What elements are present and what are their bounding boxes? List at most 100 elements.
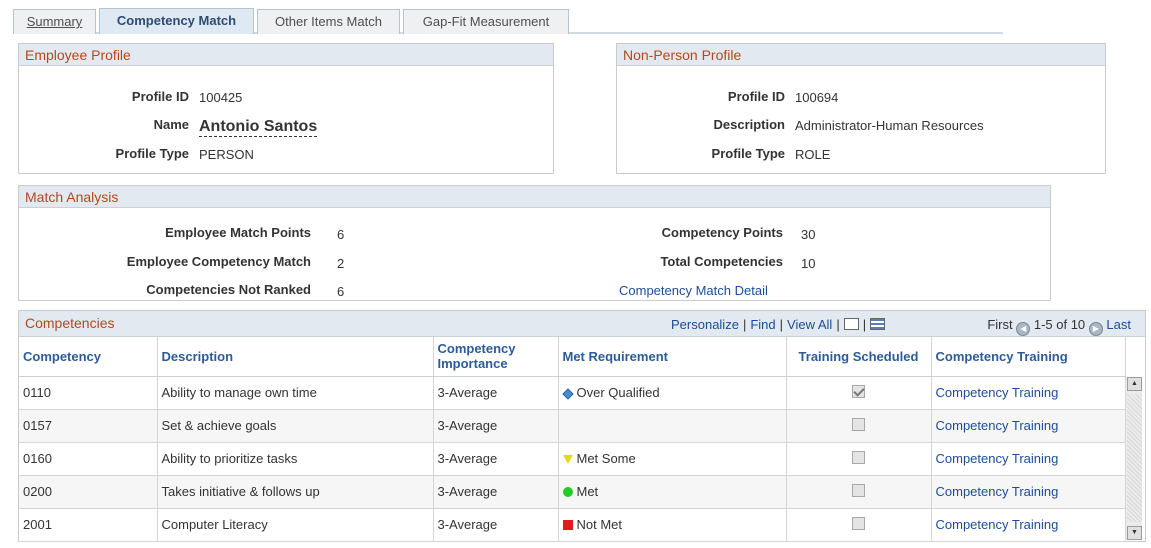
cell-description: Computer Literacy [157, 508, 434, 542]
col-training-scheduled[interactable]: Training Scheduled [786, 337, 932, 377]
cell-met-requirement [558, 409, 787, 443]
tab-other-items-match[interactable]: Other Items Match [257, 9, 400, 34]
grid-toolbar: Personalize | Find | View All | | [671, 317, 886, 332]
cell-importance: 3-Average [433, 409, 559, 443]
scroll-up-icon[interactable]: ▲ [1127, 377, 1142, 391]
previous-icon[interactable]: ◀ [1016, 322, 1031, 336]
grid-pagination: First ◀ 1-5 of 10 ▶ Last [987, 317, 1131, 336]
cell-competency: 0200 [19, 475, 158, 509]
find-link[interactable]: Find [750, 317, 775, 332]
table-header-row: Competency Description Competency Import… [19, 337, 1126, 377]
training-scheduled-checkbox[interactable] [852, 450, 865, 464]
cell-met-requirement: Not Met [558, 508, 787, 542]
table-row: 0200 Takes initiative & follows up 3-Ave… [19, 475, 1126, 509]
view-all-link[interactable]: View All [787, 317, 832, 332]
cell-training-scheduled [786, 409, 932, 443]
profile-type-label: Profile Type [115, 146, 189, 161]
profile-id-label: Profile ID [131, 89, 189, 104]
employee-competency-match-label: Employee Competency Match [126, 254, 311, 269]
cell-competency-training: Competency Training [931, 376, 1126, 410]
description-value: Administrator-Human Resources [795, 118, 984, 133]
table-row: 0157 Set & achieve goals 3-Average Compe… [19, 409, 1126, 443]
competency-training-link[interactable]: Competency Training [936, 385, 1059, 400]
diamond-icon [561, 388, 574, 400]
tab-competency-match[interactable]: Competency Match [99, 8, 254, 34]
table-row: 0110 Ability to manage own time 3-Averag… [19, 376, 1126, 410]
col-importance[interactable]: Competency Importance [433, 337, 559, 377]
competency-training-link[interactable]: Competency Training [936, 451, 1059, 466]
cell-description: Ability to prioritize tasks [157, 442, 434, 476]
cell-importance: 3-Average [433, 508, 559, 542]
competency-match-detail-link[interactable]: Competency Match Detail [619, 283, 768, 298]
met-text: Over Qualified [576, 385, 660, 400]
col-description[interactable]: Description [157, 337, 434, 377]
tab-summary[interactable]: Summary [13, 9, 96, 34]
circle-icon [562, 487, 573, 497]
met-text: Met [576, 484, 599, 499]
col-met-requirement[interactable]: Met Requirement [558, 337, 787, 377]
training-scheduled-checkbox[interactable] [852, 483, 865, 497]
training-scheduled-checkbox[interactable] [852, 516, 865, 530]
total-competencies-label: Total Competencies [660, 254, 783, 269]
square-icon [562, 520, 573, 530]
competencies-grid: Competencies Personalize | Find | View All | |… [18, 310, 1146, 542]
table-row: 2001 Computer Literacy 3-Average Not Met… [19, 508, 1126, 542]
profile-type-value: PERSON [199, 147, 254, 162]
col-competency-training[interactable]: Competency Training [931, 337, 1126, 377]
cell-description: Set & achieve goals [157, 409, 434, 443]
next-icon[interactable]: ▶ [1088, 322, 1103, 336]
cell-training-scheduled [786, 376, 932, 410]
description-label: Description [713, 117, 785, 132]
employee-profile-title: Employee Profile [19, 44, 553, 66]
employee-match-points-label: Employee Match Points [165, 225, 311, 240]
cell-competency-training: Competency Training [931, 508, 1126, 542]
tab-gap-fit-measurement[interactable]: Gap-Fit Measurement [403, 9, 569, 34]
employee-competency-match-value: 2 [337, 256, 345, 271]
competencies-title: Competencies [25, 315, 115, 331]
np-profile-type-label: Profile Type [711, 146, 785, 161]
competency-training-link[interactable]: Competency Training [936, 517, 1059, 532]
met-text: Not Met [576, 517, 623, 532]
cell-description: Takes initiative & follows up [157, 475, 434, 509]
grid-scrollbar[interactable]: ▲ ▼ [1125, 377, 1142, 540]
competency-training-link[interactable]: Competency Training [936, 484, 1059, 499]
col-competency[interactable]: Competency [19, 337, 158, 377]
cell-met-requirement: Met [558, 475, 787, 509]
competency-points-label: Competency Points [661, 225, 783, 240]
profile-id-value: 100425 [199, 90, 243, 105]
employee-name-value[interactable]: Antonio Santos [199, 118, 318, 137]
first-label: First [987, 317, 1013, 332]
training-scheduled-checkbox[interactable] [852, 384, 865, 398]
employee-profile-group: Employee Profile Profile ID 100425 Name … [18, 43, 554, 174]
np-profile-id-label: Profile ID [727, 89, 785, 104]
cell-competency: 2001 [19, 508, 158, 542]
new-window-icon[interactable] [843, 318, 859, 330]
download-grid-icon[interactable] [870, 318, 886, 330]
cell-training-scheduled [786, 442, 932, 476]
cell-description: Ability to manage own time [157, 376, 434, 410]
met-text: Met Some [576, 451, 636, 466]
scroll-down-icon[interactable]: ▼ [1127, 526, 1142, 540]
table-row: 0160 Ability to prioritize tasks 3-Avera… [19, 442, 1126, 476]
scroll-track[interactable] [1127, 394, 1142, 522]
cell-competency-training: Competency Training [931, 475, 1126, 509]
np-profile-id-value: 100694 [795, 90, 839, 105]
employee-match-points-value: 6 [337, 227, 345, 242]
competencies-table: Competency Description Competency Import… [19, 337, 1126, 542]
non-person-profile-title: Non-Person Profile [617, 44, 1105, 66]
tab-bar: Summary Competency Match Other Items Mat… [13, 8, 1003, 34]
last-link[interactable]: Last [1106, 317, 1131, 332]
competencies-grid-header: Competencies Personalize | Find | View All | |… [19, 311, 1145, 337]
total-competencies-value: 10 [801, 256, 816, 271]
training-scheduled-checkbox[interactable] [852, 417, 865, 431]
non-person-profile-group: Non-Person Profile Profile ID 100694 Des… [616, 43, 1106, 174]
cell-training-scheduled [786, 475, 932, 509]
page-range: 1-5 of 10 [1033, 317, 1086, 332]
match-analysis-title: Match Analysis [19, 186, 1050, 208]
cell-training-scheduled [786, 508, 932, 542]
match-analysis-group: Match Analysis Employee Match Points 6 E… [18, 185, 1051, 301]
competency-training-link[interactable]: Competency Training [936, 418, 1059, 433]
personalize-link[interactable]: Personalize [671, 317, 739, 332]
cell-met-requirement: Met Some [558, 442, 787, 476]
cell-importance: 3-Average [433, 376, 559, 410]
